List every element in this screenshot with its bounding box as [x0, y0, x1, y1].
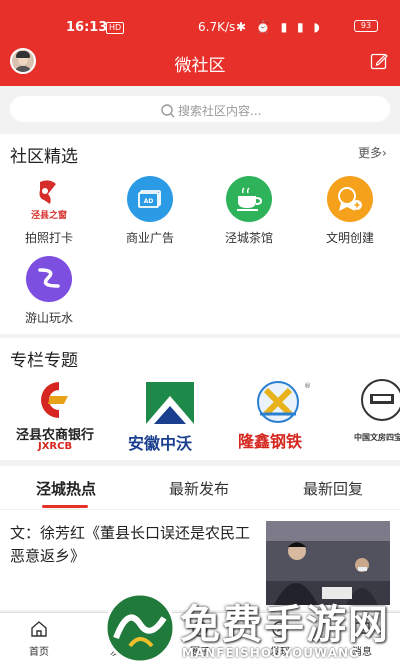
river-icon [26, 256, 72, 302]
svg-text:®: ® [304, 382, 311, 390]
battery-icon: 93 [354, 20, 378, 32]
watermark-subtext: MANFEISHOUYOUWANG [182, 646, 360, 660]
featured-title: 社区精选 [10, 147, 78, 167]
zhongwo-logo-icon [146, 382, 194, 424]
tab-latest-replies[interactable]: 最新回复 [303, 478, 363, 499]
logo-longxin-steel[interactable]: ® 隆鑫钢铁 [234, 378, 326, 454]
logo-caption: 中国文房四宝 [354, 433, 400, 442]
nav-label: 首页 [29, 647, 49, 658]
watermark: 免费手游网 MANFEISHOUYOUWANG [100, 588, 400, 666]
more-link[interactable]: 更多› [358, 144, 387, 161]
logo-text: 泾县之窗 [31, 209, 67, 221]
category-label: 泾城茶馆 [224, 231, 273, 245]
search-placeholder: 搜索社区内容... [178, 104, 262, 118]
columns-section: 专栏专题 泾县农商银行 JXRCB 安徽中沃 ® 隆鑫钢铁 中国文房四宝 [0, 338, 400, 460]
status-bar: 16:13 HD 6.7K/s ✱ ⏰ ▮ ▮ ◗ 93 [0, 0, 400, 40]
columns-title: 专栏专题 [10, 351, 78, 371]
category-label: 拍照打卡 [24, 231, 73, 245]
nav-home[interactable]: 首页 [9, 619, 69, 658]
camera-logo-icon: 泾县之窗 [26, 176, 72, 222]
category-photo-checkin[interactable]: 泾县之窗 拍照打卡 [14, 176, 84, 246]
tab-hot[interactable]: 泾城热点 [36, 478, 96, 499]
tab-latest-posts[interactable]: 最新发布 [169, 478, 229, 499]
wenfang-logo-icon [361, 379, 400, 421]
news-tabs: 泾城热点 最新发布 最新回复 [0, 466, 400, 510]
category-civilization[interactable]: 文明创建 [315, 176, 385, 246]
watermark-text: 免费手游网 [180, 602, 390, 648]
edit-icon[interactable] [370, 52, 388, 70]
watermark-logo-icon [104, 592, 176, 664]
category-label: 游山玩水 [24, 311, 73, 325]
ad-icon: AD [127, 176, 173, 222]
home-icon [31, 621, 47, 637]
featured-section: 社区精选 更多› 泾县之窗 拍照打卡 AD 商业广告 泾城茶馆 文明创建 游山玩… [0, 134, 400, 334]
article-title: 文：徐芳红《董县长口误还是农民工恶意返乡》 [10, 524, 251, 565]
badge-plus-icon [327, 176, 373, 222]
teacup-icon [226, 176, 272, 222]
category-label: 文明创建 [325, 231, 374, 245]
logo-anhui-zhongwo[interactable]: 安徽中沃 [124, 378, 216, 454]
network-speed: 6.7K/s [198, 20, 236, 34]
search-input[interactable]: 搜索社区内容... [10, 96, 390, 122]
jxrcb-logo-icon [41, 382, 68, 418]
logo-caption: 隆鑫钢铁 [238, 432, 303, 451]
category-sightseeing[interactable]: 游山玩水 [14, 256, 84, 326]
category-teahouse[interactable]: 泾城茶馆 [214, 176, 284, 246]
logo-caption: 安徽中沃 [128, 434, 193, 453]
longxin-logo-icon: ® [257, 381, 311, 423]
svg-text:AD: AD [144, 198, 154, 205]
logo-jxrcb[interactable]: 泾县农商银行 JXRCB [10, 378, 108, 454]
active-tab-indicator [42, 505, 88, 508]
hd-badge: HD [106, 22, 125, 34]
category-business-ad[interactable]: AD 商业广告 [115, 176, 185, 246]
page-title: 微社区 [174, 56, 226, 76]
status-icons: ✱ ⏰ ▮ ▮ ◗ [236, 20, 323, 34]
category-label: 商业广告 [125, 231, 174, 245]
logo-subcaption: JXRCB [38, 441, 73, 452]
app-header: 16:13 HD 6.7K/s ✱ ⏰ ▮ ▮ ◗ 93 微社区 [0, 0, 400, 86]
status-time: 16:13 [66, 20, 108, 35]
search-icon [161, 103, 175, 117]
logo-wenfang[interactable]: 中国文房四宝 [350, 378, 400, 454]
